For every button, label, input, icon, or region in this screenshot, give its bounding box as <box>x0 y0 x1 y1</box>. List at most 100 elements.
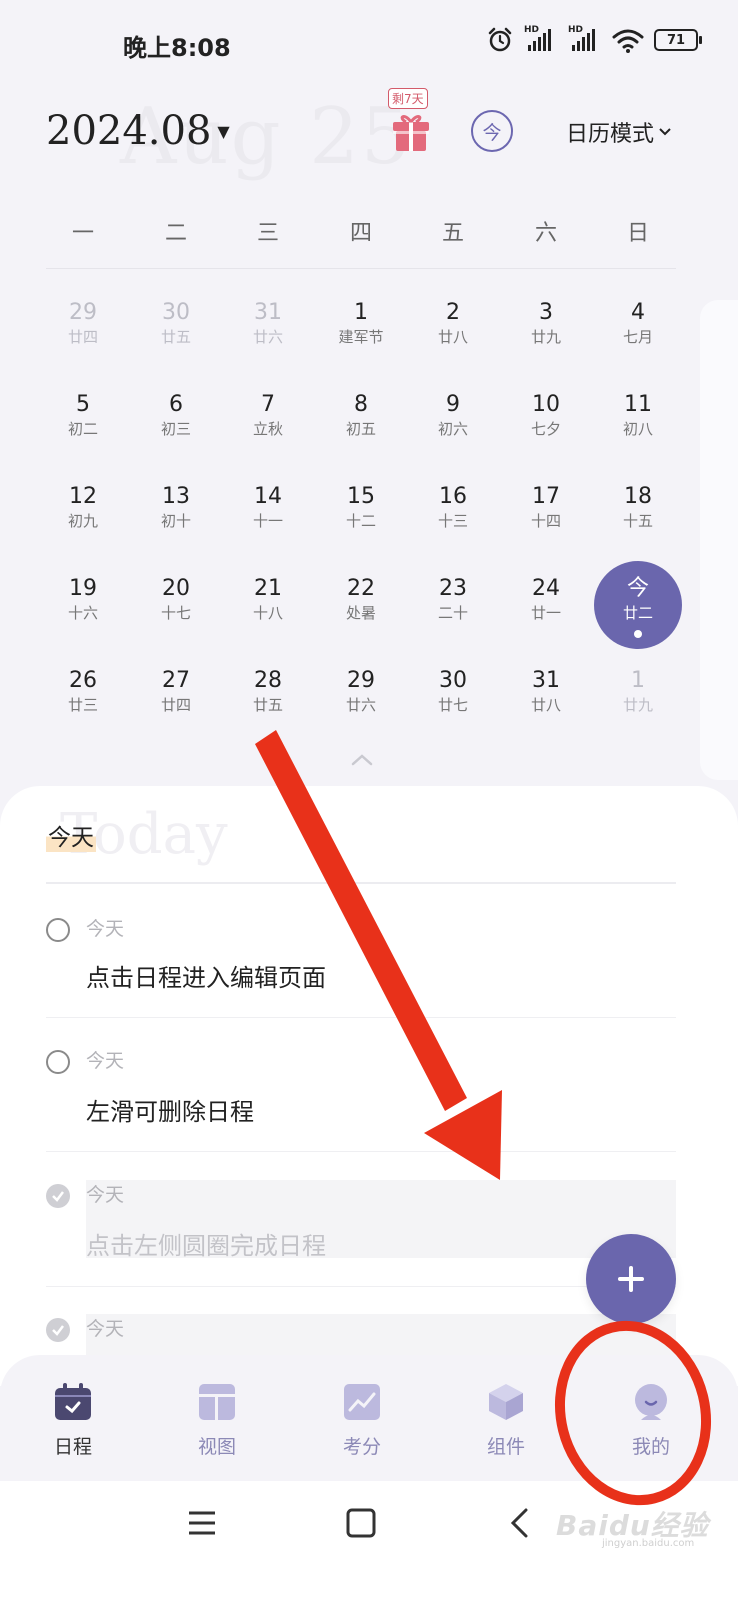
weekday-label: 日 <box>626 221 649 246</box>
calendar-day[interactable]: 1 建军节 <box>321 300 401 347</box>
weekday-label: 五 <box>441 221 464 246</box>
calendar-day[interactable]: 10 七夕 <box>506 392 586 439</box>
calendar-day[interactable]: 23 二十 <box>413 576 493 623</box>
task-date: 今天 <box>86 918 125 940</box>
add-task-button[interactable] <box>586 1234 676 1324</box>
calendar-day[interactable]: 26 廿三 <box>43 668 123 715</box>
task-item-completed[interactable]: 今天 <box>46 1306 692 1356</box>
calendar-day[interactable]: 19 十六 <box>43 576 123 623</box>
calendar-day[interactable]: 31 廿八 <box>506 668 586 715</box>
task-checkbox-checked[interactable] <box>46 1318 70 1342</box>
today-button[interactable]: 今 <box>471 110 513 152</box>
calendar-day[interactable]: 2 廿八 <box>413 300 493 347</box>
status-icons: HD HD 71 <box>486 25 702 54</box>
view-icon <box>199 1384 235 1420</box>
calendar-day[interactable]: 17 十四 <box>506 484 586 531</box>
lunar-date: 十五 <box>622 512 653 530</box>
task-checkbox-checked[interactable] <box>46 1184 70 1208</box>
lunar-date: 廿八 <box>530 696 561 714</box>
checkmark-icon <box>52 1325 64 1336</box>
day-number: 29 <box>347 668 375 693</box>
lunar-date: 十六 <box>67 604 98 622</box>
gift-button[interactable]: 剩7天 <box>388 88 434 154</box>
day-number: 8 <box>354 392 368 417</box>
signal-icon: HD <box>568 25 602 53</box>
calendar-day[interactable]: 18 十五 <box>598 484 678 531</box>
calendar-day[interactable]: 29 廿六 <box>321 668 401 715</box>
gift-icon <box>393 115 429 151</box>
lunar-date: 十一 <box>252 512 283 530</box>
calendar-day[interactable]: 30 廿七 <box>413 668 493 715</box>
day-number: 14 <box>254 484 282 509</box>
day-number: 21 <box>254 576 282 601</box>
lunar-date: 初五 <box>345 420 376 438</box>
nav-item-schedule[interactable]: 日程 <box>23 1382 123 1459</box>
nav-item-score[interactable]: 考分 <box>312 1382 412 1459</box>
day-number: 27 <box>162 668 190 693</box>
calendar-day[interactable]: 12 初九 <box>43 484 123 531</box>
back-icon[interactable] <box>508 1508 530 1538</box>
task-item[interactable]: 今天 左滑可删除日程 <box>46 1038 692 1150</box>
lunar-date: 廿四 <box>160 696 191 714</box>
calendar-day[interactable]: 3 廿九 <box>506 300 586 347</box>
calendar-day-today[interactable]: 今廿二 <box>598 576 678 623</box>
calendar-day[interactable]: 6 初三 <box>136 392 216 439</box>
calendar-icon <box>55 1383 91 1420</box>
calendar-day[interactable]: 21 十八 <box>228 576 308 623</box>
day-number: 3 <box>539 300 553 325</box>
calendar-day[interactable]: 4 七月 <box>598 300 678 347</box>
calendar-day[interactable]: 13 初十 <box>136 484 216 531</box>
day-number: 22 <box>347 576 375 601</box>
calendar-day[interactable]: 8 初五 <box>321 392 401 439</box>
lunar-date: 处暑 <box>345 604 376 622</box>
day-number: 29 <box>69 300 97 325</box>
lunar-date: 初三 <box>160 420 191 438</box>
task-item[interactable]: 今天 点击日程进入编辑页面 <box>46 904 692 1016</box>
day-number: 4 <box>631 300 645 325</box>
lunar-date: 廿六 <box>345 696 376 714</box>
calendar-day[interactable]: 28 廿五 <box>228 668 308 715</box>
home-icon[interactable] <box>346 1508 376 1538</box>
nav-item-widgets[interactable]: 组件 <box>456 1382 556 1459</box>
lunar-date: 廿四 <box>67 328 98 346</box>
chevron-up-icon[interactable] <box>350 752 374 768</box>
calendar-day[interactable]: 24 廿一 <box>506 576 586 623</box>
calendar-day[interactable]: 20 十七 <box>136 576 216 623</box>
battery-icon: 71 <box>654 29 702 51</box>
day-number: 1 <box>354 300 368 325</box>
weekday-divider <box>46 268 676 269</box>
calendar-day[interactable]: 15 十二 <box>321 484 401 531</box>
calendar-day[interactable]: 7 立秋 <box>228 392 308 439</box>
weekday-label: 六 <box>534 221 557 246</box>
calendar-day[interactable]: 22 处暑 <box>321 576 401 623</box>
plus-icon <box>618 1266 644 1292</box>
calendar-day[interactable]: 1 廿九 <box>598 668 678 715</box>
lunar-date: 初八 <box>622 420 653 438</box>
day-number: 15 <box>347 484 375 509</box>
nav-item-profile[interactable]: 我的 <box>601 1382 701 1459</box>
calendar-day[interactable]: 16 十三 <box>413 484 493 531</box>
calendar-day[interactable]: 9 初六 <box>413 392 493 439</box>
signal-icon: HD <box>524 25 558 53</box>
task-separator <box>46 1151 676 1152</box>
month-picker[interactable]: 2024.08 ▼ <box>46 108 230 154</box>
calendar-day[interactable]: 30 廿五 <box>136 300 216 347</box>
alarm-icon <box>488 27 512 52</box>
nav-item-view[interactable]: 视图 <box>167 1382 267 1459</box>
day-number: 24 <box>532 576 560 601</box>
menu-icon[interactable] <box>188 1510 216 1536</box>
calendar-day[interactable]: 14 十一 <box>228 484 308 531</box>
calendar-day[interactable]: 31 廿六 <box>228 300 308 347</box>
task-checkbox[interactable] <box>46 1050 70 1074</box>
calendar-day[interactable]: 11 初八 <box>598 392 678 439</box>
lunar-date: 十八 <box>252 604 283 622</box>
task-checkbox[interactable] <box>46 918 70 942</box>
calendar-day[interactable]: 27 廿四 <box>136 668 216 715</box>
calendar-day[interactable]: 5 初二 <box>43 392 123 439</box>
lunar-date: 廿六 <box>252 328 283 346</box>
calendar-day[interactable]: 29 廿四 <box>43 300 123 347</box>
day-number: 17 <box>532 484 560 509</box>
calendar-mode-dropdown[interactable]: 日历模式 <box>566 116 672 148</box>
lunar-date: 廿八 <box>437 328 468 346</box>
weekday-label: 四 <box>349 221 372 246</box>
